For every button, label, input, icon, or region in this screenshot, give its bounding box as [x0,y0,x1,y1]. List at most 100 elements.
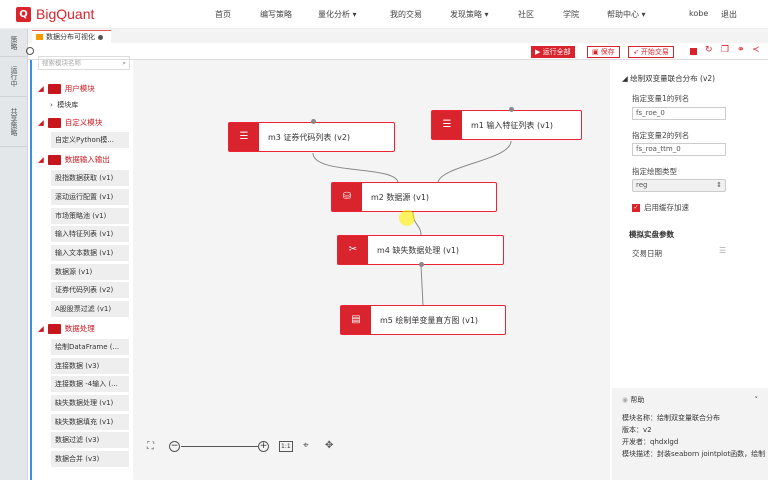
tree-item[interactable]: 市场策略池 (v1) [51,208,129,224]
node-m5[interactable]: ▤ m5 绘制单变量直方图 (v1) [340,305,506,335]
tree-category-user[interactable]: ◢ 用户模块 [38,83,95,94]
stop-icon[interactable] [690,48,697,55]
tree-category-io[interactable]: ◢ 数据输入输出 [38,154,110,165]
logout-link[interactable]: 退出 [721,9,737,20]
save-icon: ▣ [592,48,599,56]
help-module-name: 模块名称：绘制双变量联合分布 [622,414,720,422]
run-all-button[interactable]: ▶ 运行全部 [531,46,575,58]
tree-item[interactable]: 缺失数据处理 (v1) [51,395,129,411]
tree-item[interactable]: 连接数据 -4输入 (... [51,376,129,392]
help-developer: 开发者：qhdxlgd [622,438,679,446]
tree-category-custom[interactable]: ◢ 自定义模块 [38,117,102,128]
status-circle-icon [26,47,34,55]
tree-item[interactable]: 输入文本数据 (v1) [51,245,129,261]
tree-category-processing[interactable]: ◢ 数据处理 [38,323,95,334]
list-icon: ☰ [432,111,462,139]
collapse-chevron-icon: ˅ [754,396,759,404]
tree-item[interactable]: 连接数据 (v3) [51,358,129,374]
tree-item[interactable]: 数据过滤 (v3) [51,432,129,448]
link-icon[interactable]: ⚭ [737,45,745,55]
sim-params-title: 模拟实盘参数 [629,230,674,239]
save-button[interactable]: ▣ 保存 [587,46,620,58]
expand-icon: ◢ [38,84,44,93]
nav-write-strategy[interactable]: 编写策略 [260,9,292,20]
select-arrow-icon: ⇕ [716,181,722,189]
var2-input[interactable]: fs_roa_ttm_0 [632,143,726,156]
var1-input[interactable]: fs_roe_0 [632,107,726,120]
logo[interactable]: Q BigQuant [16,6,94,22]
tree-item[interactable]: 绘制DataFrame (... [51,339,129,355]
list-icon: ☰ [229,123,259,151]
fit-view-icon[interactable]: ⛶ [147,441,154,452]
nav-quant-analysis[interactable]: 量化分析 ▾ [318,9,357,20]
menu-icon[interactable]: ☰ [719,246,726,255]
tree-item[interactable]: 证券代码列表 (v2) [51,282,129,298]
database-icon [47,154,61,165]
tree-item[interactable]: 缺失数据填充 (v1) [51,414,129,430]
cache-checkbox[interactable]: ✓ 启用缓存加速 [632,202,689,213]
nav-my-trade[interactable]: 我的交易 [390,9,422,20]
help-header[interactable]: ◉ 帮助 ˅ [622,394,758,406]
tool-icon: ✂ [338,236,368,264]
chart-icon: ▤ [341,306,371,334]
tree-item[interactable]: 数据源 (v1) [51,264,129,280]
custom-module-icon [47,117,61,128]
start-trade-button[interactable]: ➶ 开始交易 [628,46,674,58]
nav-help[interactable]: 帮助中心 ▾ [607,9,646,20]
tab-bar: 数据分布可视化 [28,29,768,43]
tree-item[interactable]: A股股票过滤 (v1) [51,301,129,317]
refresh-icon[interactable]: ↻ [705,45,713,55]
tree-item[interactable]: 股指数据获取 (v1) [51,170,129,186]
share-icon[interactable]: ≺ [752,45,760,55]
tab-data-distribution[interactable]: 数据分布可视化 [32,30,111,43]
rocket-icon: ➶ [633,48,639,56]
tree-item[interactable]: 数据合并 (v3) [51,451,129,467]
nav-discover[interactable]: 发现策略 ▾ [450,9,489,20]
nav-academy[interactable]: 学院 [563,9,579,20]
tree-item[interactable]: 滚动运行配置 (v1) [51,189,129,205]
side-tab-strategy[interactable]: 策略 [0,29,28,57]
toolbar: ▶ 运行全部 ▣ 保存 ➶ 开始交易 ↻ ❐ ⚭ ≺ [26,43,768,60]
zoom-slider[interactable] [181,446,258,447]
tree-item[interactable]: 自定义Python模... [51,132,129,148]
node-m4[interactable]: ✂ m4 缺失数据处理 (v1) [337,235,504,265]
unsaved-dot-icon [98,34,103,40]
user-name[interactable]: kobe [689,9,708,18]
zoom-out-button[interactable]: − [169,441,180,452]
module-search-input[interactable]: 搜索模块名称 ⌕ [38,56,130,70]
help-icon: ◉ [622,396,629,404]
output-port[interactable] [419,262,424,267]
node-m2[interactable]: ⛁ m2 数据源 (v1) [331,182,497,212]
plot-type-select[interactable]: reg ⇕ [632,179,726,192]
checkbox-checked-icon: ✓ [632,203,640,212]
edge-m4-m5 [420,264,424,306]
input-port[interactable] [311,119,316,124]
cursor-highlight [399,210,415,226]
actual-size-button[interactable]: 1:1 [279,441,293,452]
help-panel: ◉ 帮助 ˅ 模块名称：绘制双变量联合分布 版本：v2 开发者：qhdxlgd 模… [612,388,768,480]
copy-icon[interactable]: ❐ [721,45,729,55]
input-port[interactable] [509,107,514,112]
node-m1[interactable]: ☰ m1 输入特征列表 (v1) [431,110,582,140]
var2-label: 指定变量2的列名 [632,131,690,140]
tab-title: 数据分布可视化 [46,33,95,41]
side-tab-running[interactable]: 运行中 [0,57,28,97]
trade-date-label: 交易日期 [632,249,662,258]
top-nav: Q BigQuant 首页 编写策略 量化分析 ▾ 我的交易 发现策略 ▾ 社区 … [0,0,768,29]
side-tab-shared[interactable]: 共享策略 [0,97,28,147]
center-icon[interactable]: ⌖ [303,440,309,451]
nav-home[interactable]: 首页 [215,9,231,20]
zoom-in-button[interactable]: + [258,441,269,452]
move-icon[interactable]: ✥ [325,440,333,451]
workflow-canvas[interactable]: ☰ m3 证券代码列表 (v2) ☰ m1 输入特征列表 (v1) ⛁ m2 数据源 … [133,60,610,480]
module-panel: 搜索模块名称 ⌕ ◢ 用户模块 › 模块库 ◢ 自定义模块 自定义Python模...… [30,56,131,480]
tree-item[interactable]: 输入特征列表 (v1) [51,226,129,242]
processing-icon [47,323,61,334]
nav-community[interactable]: 社区 [518,9,534,20]
help-description: 模块描述：封装seaborn jointplot函数，绘制 [622,450,766,458]
node-m3[interactable]: ☰ m3 证券代码列表 (v2) [228,122,395,152]
tree-item-library[interactable]: › 模块库 [50,100,78,110]
edge-m1-m2 [437,140,512,183]
edge-m3-m2 [312,152,399,183]
module-title: ◢ 绘制双变量联合分布 (v2) [622,74,716,83]
